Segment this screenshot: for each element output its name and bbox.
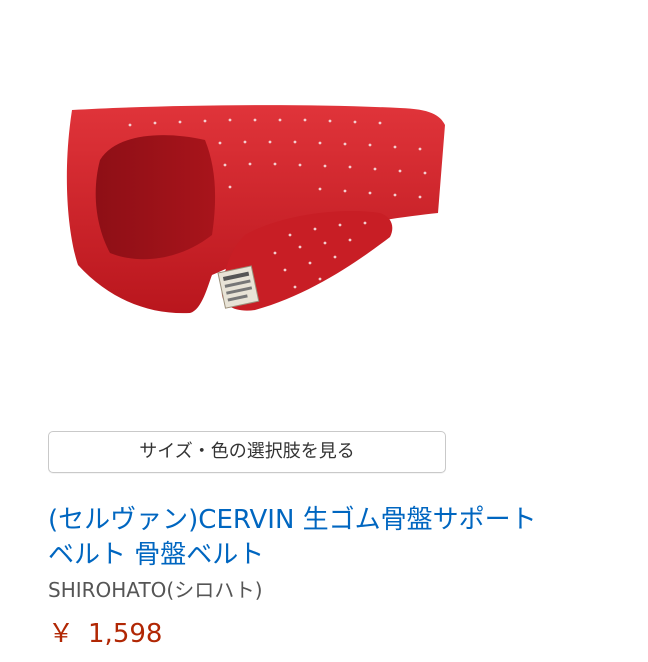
product-image[interactable]: [40, 95, 460, 335]
brand-name: SHIROHATO(シロハト): [48, 578, 263, 602]
price-currency: ￥: [48, 619, 75, 649]
price: ￥ 1,598: [48, 617, 162, 651]
product-title-line-1[interactable]: (セルヴァン)CERVIN 生ゴム骨盤サポート: [48, 503, 628, 538]
price-value: 1,598: [88, 619, 163, 649]
view-size-color-options-button[interactable]: サイズ・色の選択肢を見る: [48, 431, 446, 473]
product-title-line-2[interactable]: ベルト 骨盤ベルト: [48, 538, 628, 573]
product-card: サイズ・色の選択肢を見る (セルヴァン)CERVIN 生ゴム骨盤サポート ベルト…: [0, 0, 648, 662]
product-title-link[interactable]: (セルヴァン)CERVIN 生ゴム骨盤サポート ベルト 骨盤ベルト: [48, 503, 628, 573]
belt-illustration: [66, 105, 446, 314]
